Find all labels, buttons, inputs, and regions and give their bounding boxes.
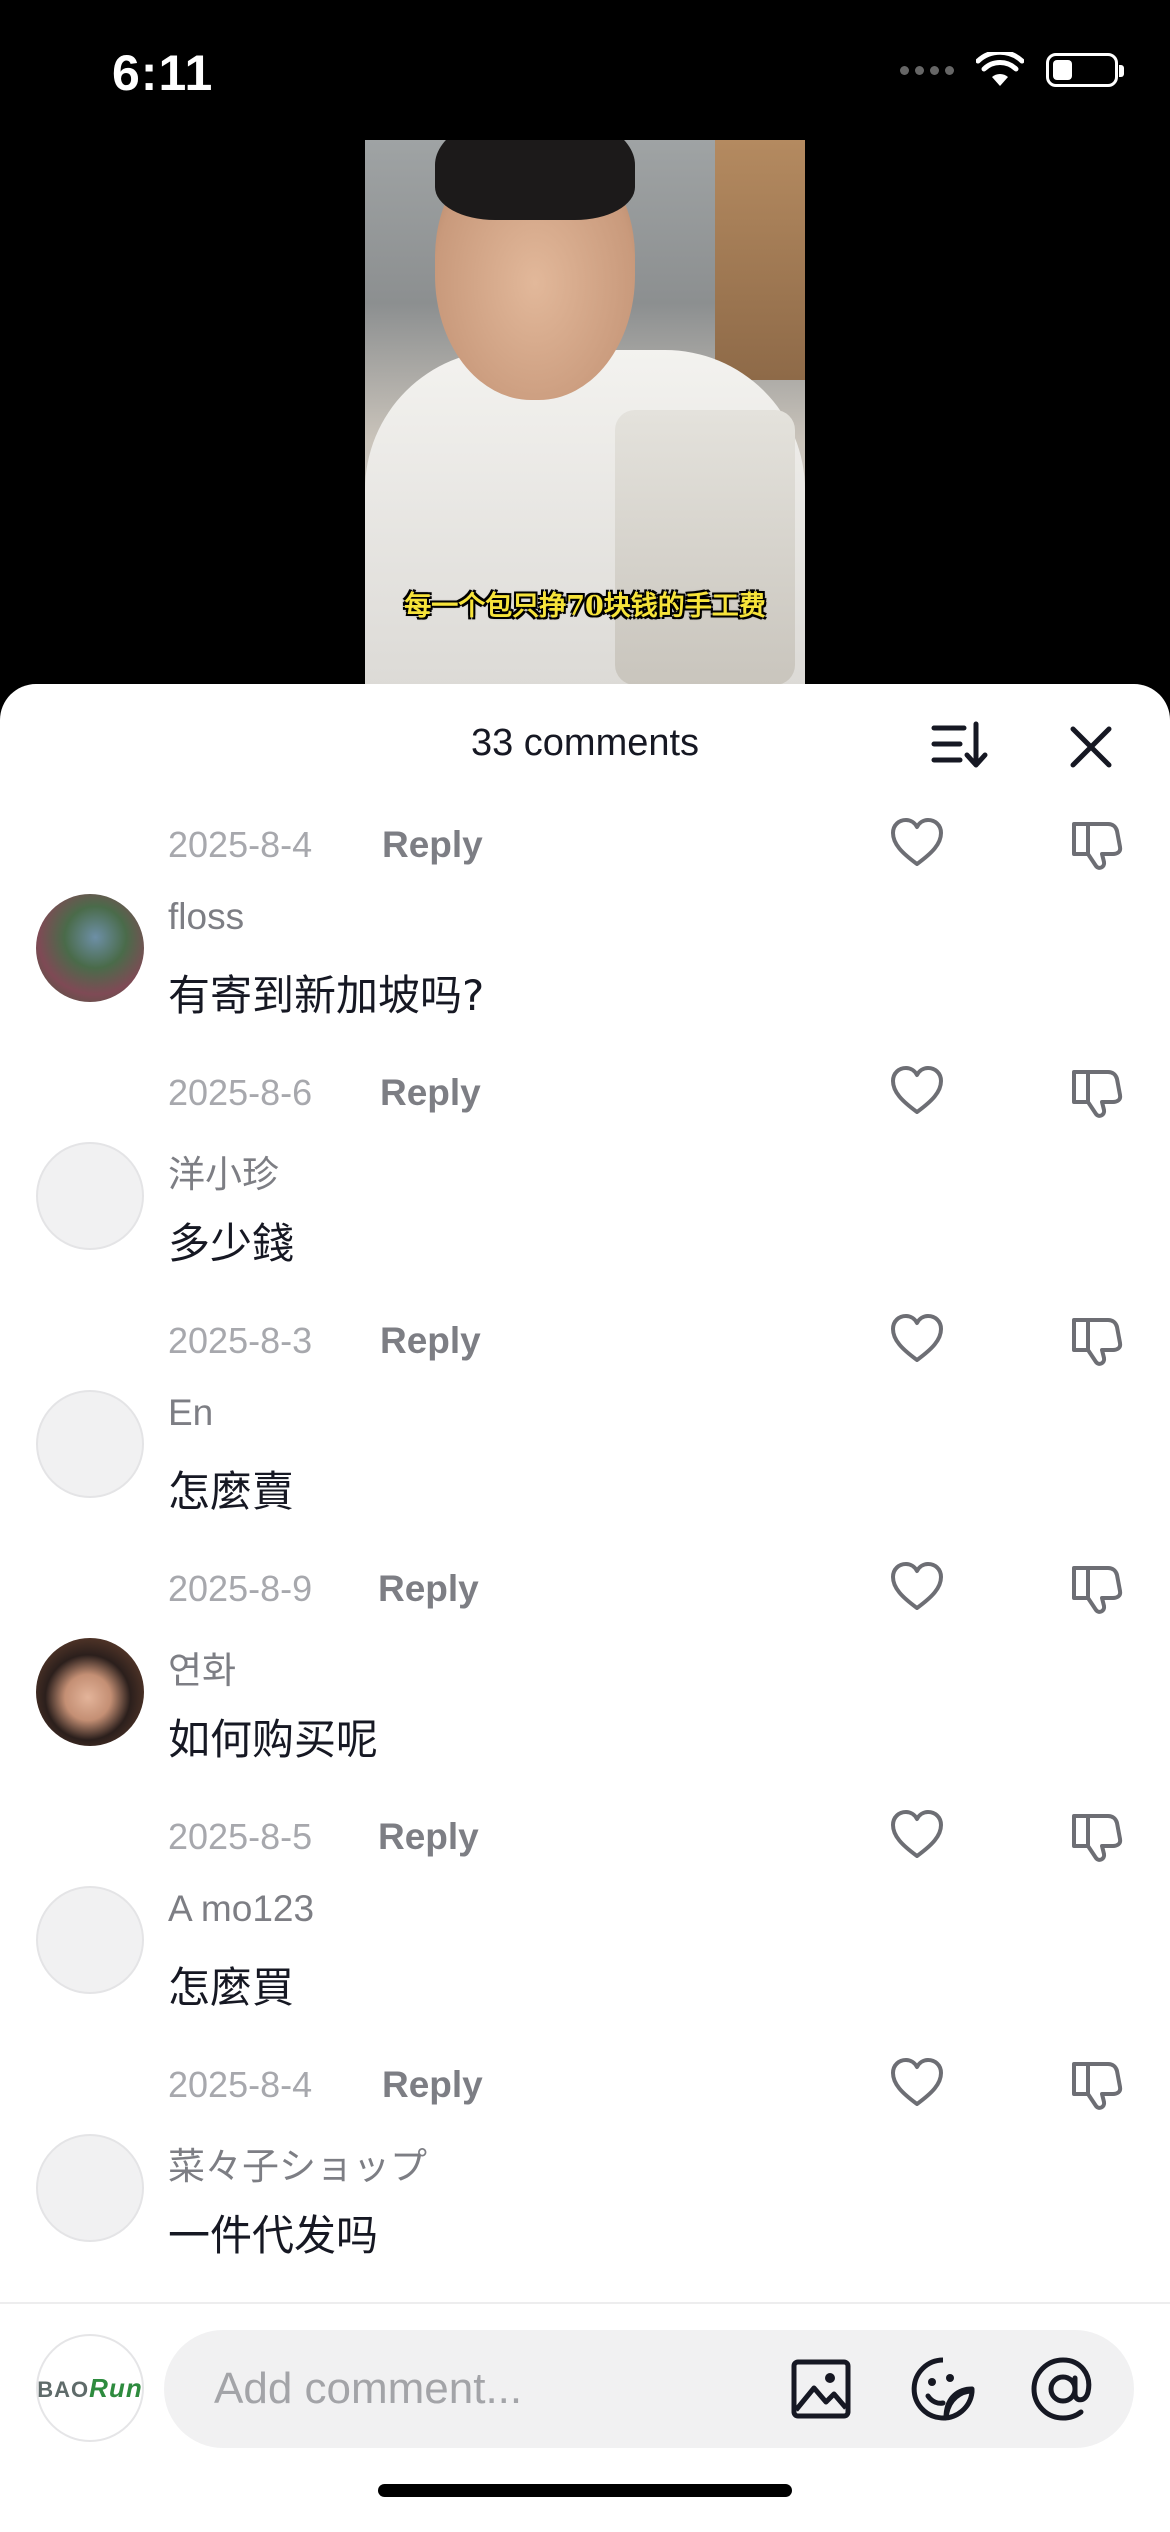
comment-username[interactable]: A mo123	[168, 1888, 314, 1930]
sticker-icon[interactable]	[910, 2356, 976, 2422]
comment-date: 2025-8-3	[168, 1320, 313, 1361]
avatar-logo: BAORun	[37, 2372, 143, 2403]
user-avatar[interactable]: BAORun	[36, 2334, 144, 2442]
comment-date: 2025-8-6	[168, 1072, 313, 1113]
reply-button[interactable]: Reply	[382, 824, 483, 866]
comment-text: 如何购买呢	[168, 1715, 379, 1764]
avatar[interactable]	[36, 1142, 144, 1250]
video-person-hair	[435, 140, 635, 220]
status-time: 6:11	[112, 45, 214, 101]
comment-item: A mo123 怎麼買	[0, 1884, 1170, 2044]
reply-button[interactable]: Reply	[380, 1072, 481, 1114]
comments-sheet: 33 comments 2025-8-4 Reply floss 有寄到新加坡吗…	[0, 684, 1170, 2532]
comments-count-title: 33 comments	[470, 722, 700, 764]
heart-icon[interactable]	[888, 1310, 946, 1368]
heart-icon[interactable]	[888, 814, 946, 872]
heart-icon[interactable]	[888, 1806, 946, 1864]
signal-icon	[900, 65, 954, 75]
heart-icon[interactable]	[888, 1062, 946, 1120]
comment-text: 一件代发吗	[168, 2211, 379, 2260]
comment-list: 2025-8-4 Reply floss 有寄到新加坡吗? 2025-8-6 R…	[0, 804, 1170, 2292]
close-icon[interactable]	[1066, 722, 1116, 772]
thumbs-down-icon[interactable]	[1068, 2054, 1126, 2112]
comment-text: 怎麼買	[168, 1963, 295, 2012]
heart-icon[interactable]	[888, 1558, 946, 1616]
avatar[interactable]	[36, 1886, 144, 1994]
comment-meta-row: 2025-8-4 Reply	[0, 2044, 1170, 2132]
comment-item: 연화 如何购买呢	[0, 1636, 1170, 1796]
comment-meta-row: 2025-8-9 Reply	[0, 1548, 1170, 1636]
comment-meta-row: 2025-8-5 Reply	[0, 1796, 1170, 1884]
comment-item: 菜々子ショップ 一件代发吗	[0, 2132, 1170, 2292]
thumbs-down-icon[interactable]	[1068, 1062, 1126, 1120]
comment-meta-row: 2025-8-6 Reply	[0, 1052, 1170, 1140]
reply-button[interactable]: Reply	[378, 1568, 479, 1610]
video-background	[715, 140, 805, 380]
video-caption: 每一个包只挣70块钱的手工费	[404, 591, 766, 622]
reply-button[interactable]: Reply	[380, 1320, 481, 1362]
comment-username[interactable]: 연화	[168, 1640, 236, 1694]
comment-meta-row: 2025-8-4 Reply	[0, 804, 1170, 892]
home-indicator[interactable]	[378, 2484, 792, 2497]
thumbs-down-icon[interactable]	[1068, 814, 1126, 872]
sheet-header: 33 comments	[0, 684, 1170, 804]
comment-username[interactable]: floss	[168, 896, 244, 938]
comment-username[interactable]: 菜々子ショップ	[168, 2136, 427, 2190]
comment-meta-row: 2025-8-3 Reply	[0, 1300, 1170, 1388]
heart-icon[interactable]	[888, 2054, 946, 2112]
comment-text: 多少錢	[168, 1219, 295, 1268]
wifi-icon	[976, 52, 1024, 86]
thumbs-down-icon[interactable]	[1068, 1310, 1126, 1368]
avatar[interactable]	[36, 1638, 144, 1746]
image-icon[interactable]	[790, 2358, 852, 2420]
avatar[interactable]	[36, 894, 144, 1002]
comment-date: 2025-8-4	[168, 824, 313, 865]
status-bar: 6:11	[0, 0, 1170, 140]
thumbs-down-icon[interactable]	[1068, 1806, 1126, 1864]
comment-username[interactable]: 洋小珍	[168, 1144, 279, 1198]
avatar[interactable]	[36, 2134, 144, 2242]
comment-text: 有寄到新加坡吗?	[168, 971, 485, 1020]
comment-date: 2025-8-9	[168, 1568, 313, 1609]
comment-date: 2025-8-5	[168, 1816, 313, 1857]
reply-button[interactable]: Reply	[382, 2064, 483, 2106]
comment-input-placeholder: Add comment...	[214, 2364, 523, 2413]
video-bag	[615, 410, 795, 685]
at-icon[interactable]	[1028, 2354, 1098, 2424]
reply-button[interactable]: Reply	[378, 1816, 479, 1858]
comment-item: floss 有寄到新加坡吗?	[0, 892, 1170, 1052]
sort-icon[interactable]	[930, 720, 990, 770]
comment-date: 2025-8-4	[168, 2064, 313, 2105]
comment-item: 洋小珍 多少錢	[0, 1140, 1170, 1300]
comment-input[interactable]: Add comment...	[164, 2330, 1134, 2448]
battery-icon	[1046, 53, 1124, 87]
comment-text: 怎麼賣	[168, 1467, 295, 1516]
comment-username[interactable]: En	[168, 1392, 213, 1434]
comment-item: En 怎麼賣	[0, 1388, 1170, 1548]
comment-input-bar: BAORun Add comment...	[0, 2302, 1170, 2532]
status-icons	[900, 52, 1124, 88]
avatar[interactable]	[36, 1390, 144, 1498]
video-frame[interactable]: 每一个包只挣70块钱的手工费	[365, 140, 805, 685]
thumbs-down-icon[interactable]	[1068, 1558, 1126, 1616]
